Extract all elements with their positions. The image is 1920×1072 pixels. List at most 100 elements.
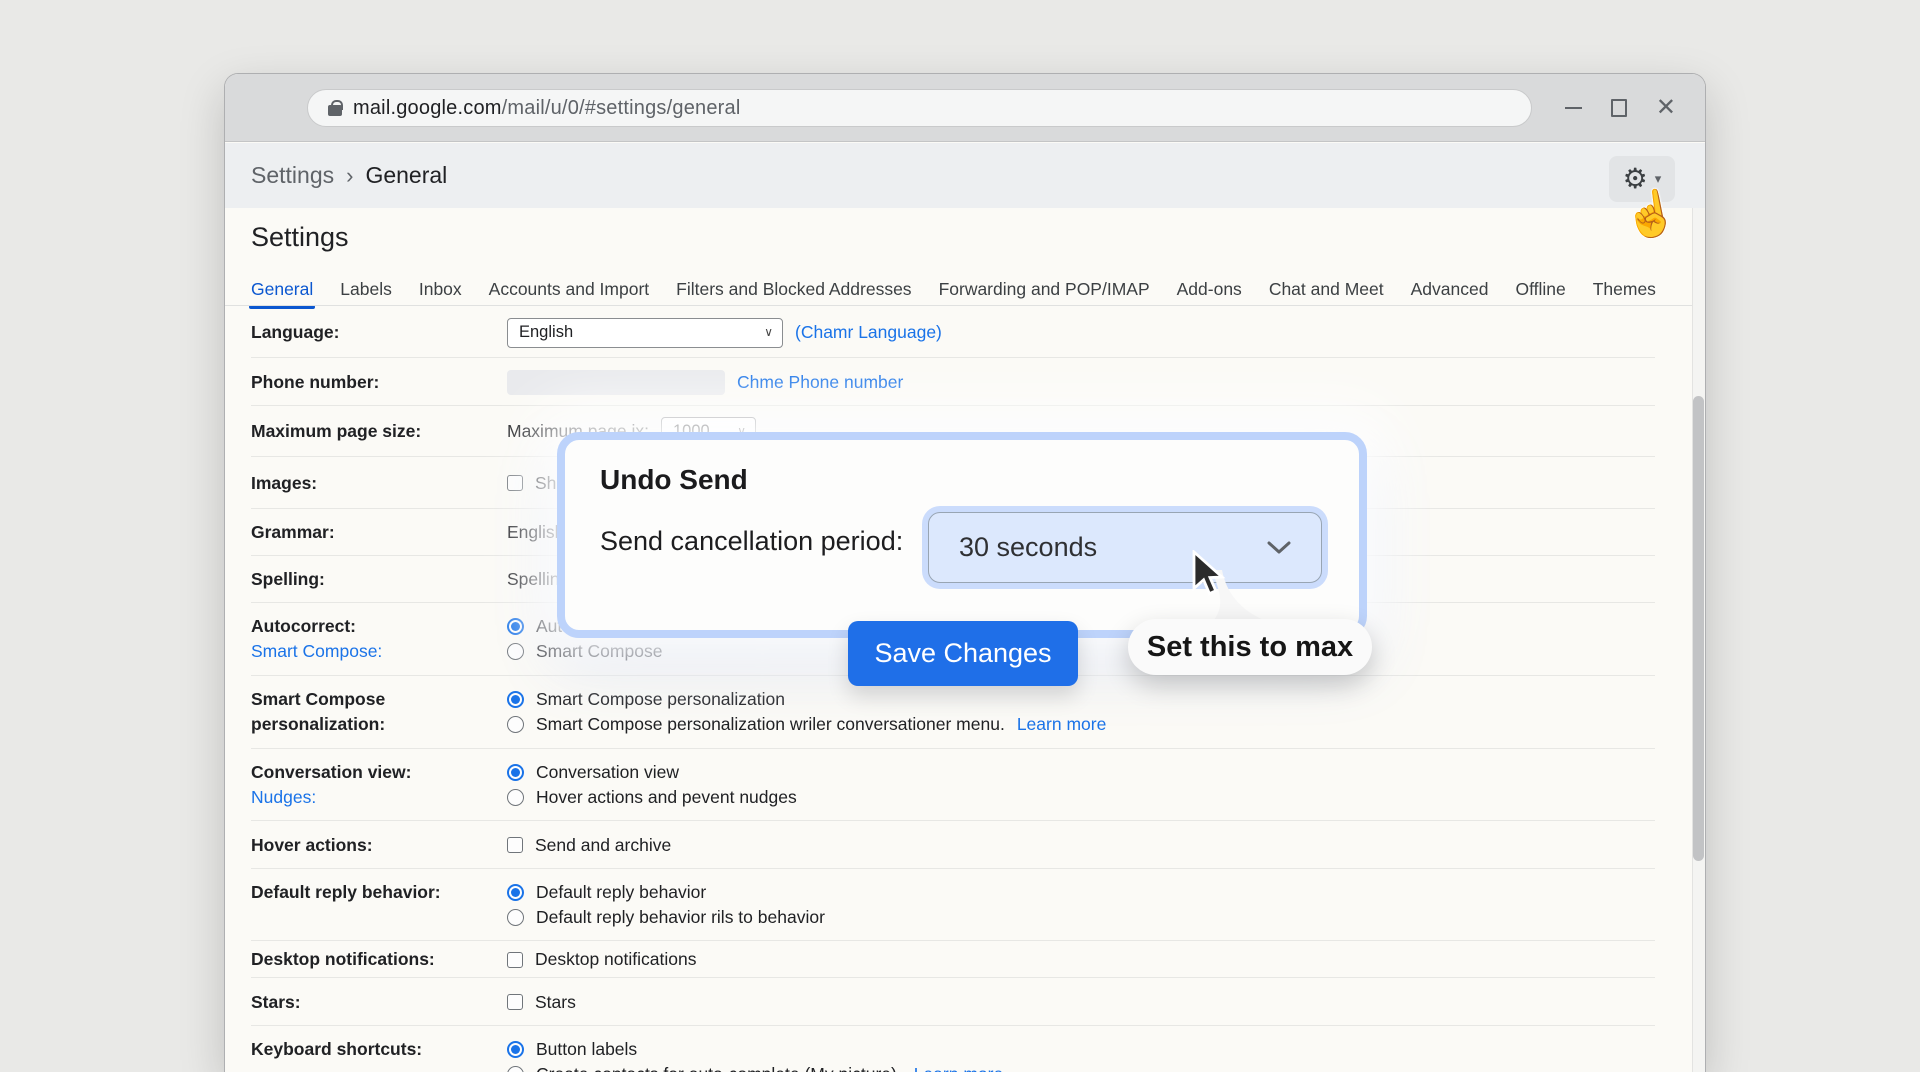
save-changes-button[interactable]: Save Changes bbox=[848, 621, 1078, 686]
hand-pointer-icon: ☝ bbox=[1619, 184, 1682, 245]
mouse-cursor-icon bbox=[1191, 550, 1229, 598]
text-value: Smart Compose personalization wriler con… bbox=[536, 712, 1005, 737]
row-label: Keyboard shortcuts: bbox=[225, 1026, 507, 1072]
chevron-right-icon: › bbox=[346, 163, 353, 189]
row-value: Smart Compose personalizationSmart Compo… bbox=[507, 676, 1705, 749]
row-value: Conversation viewHover actions and peven… bbox=[507, 749, 1705, 821]
row-label-text: Conversation view: bbox=[251, 760, 507, 785]
checkbox[interactable] bbox=[507, 994, 523, 1010]
checkbox[interactable] bbox=[507, 837, 523, 853]
row-label-text: Phone number: bbox=[251, 370, 507, 395]
radio-button[interactable] bbox=[507, 691, 524, 708]
close-icon[interactable]: ✕ bbox=[1656, 96, 1676, 120]
breadcrumb-general: General bbox=[365, 162, 447, 189]
link[interactable]: Chme Phone number bbox=[737, 370, 903, 395]
settings-header: Settings › General ⚙ ▾ bbox=[225, 143, 1705, 208]
row-value: Desktop notifications bbox=[507, 947, 1705, 972]
row-value-line: Smart Compose personalization wriler con… bbox=[507, 712, 1705, 737]
radio-button[interactable] bbox=[507, 789, 524, 806]
tab-advanced[interactable]: Advanced bbox=[1411, 279, 1489, 300]
tab-themes[interactable]: Themes bbox=[1593, 279, 1656, 300]
text-value: Stars bbox=[535, 990, 576, 1015]
row-label: Smart Composepersonalization: bbox=[225, 676, 507, 749]
radio-button[interactable] bbox=[507, 643, 524, 660]
row-label-text: Keyboard shortcuts: bbox=[251, 1037, 507, 1062]
settings-row: Keyboard shortcuts:Button labelsCreate c… bbox=[225, 1026, 1705, 1072]
row-label-text: Stars: bbox=[251, 990, 507, 1015]
text-value: Default reply behavior rils to behavior bbox=[536, 905, 825, 930]
tab-labels[interactable]: Labels bbox=[340, 279, 392, 300]
row-value-line: Chme Phone number bbox=[507, 370, 1705, 395]
radio-button[interactable] bbox=[507, 1066, 524, 1072]
cancellation-period-label: Send cancellation period: bbox=[600, 526, 903, 557]
tab-chat-and-meet[interactable]: Chat and Meet bbox=[1269, 279, 1384, 300]
radio-button[interactable] bbox=[507, 884, 524, 901]
settings-row: Language:English∨ (Chamr Language) bbox=[225, 307, 1705, 358]
tab-accounts-and-import[interactable]: Accounts and Import bbox=[489, 279, 650, 300]
row-label-text: Hover actions: bbox=[251, 833, 507, 858]
row-label-text: Default reply behavior: bbox=[251, 880, 507, 905]
row-value-line: Default reply behavior rils to behavior bbox=[507, 905, 1705, 930]
row-label: Hover actions: bbox=[225, 833, 507, 858]
row-label-text: Desktop notifications: bbox=[251, 947, 507, 972]
row-label: Language: bbox=[225, 320, 507, 345]
dropdown-value: 30 seconds bbox=[959, 532, 1097, 563]
row-label-text: Maximum page size: bbox=[251, 419, 507, 444]
row-label-link[interactable]: Smart Compose: bbox=[251, 639, 507, 664]
tab-filters-and-blocked-addresses[interactable]: Filters and Blocked Addresses bbox=[676, 279, 911, 300]
minimize-icon[interactable] bbox=[1565, 107, 1582, 109]
maximize-icon[interactable] bbox=[1611, 99, 1627, 117]
settings-row: Desktop notifications:Desktop notificati… bbox=[225, 941, 1705, 978]
settings-row: Conversation view:Nudges:Conversation vi… bbox=[225, 749, 1705, 821]
row-label: Spelling: bbox=[225, 567, 507, 592]
breadcrumb-settings[interactable]: Settings bbox=[251, 162, 334, 189]
link[interactable]: Learn more bbox=[1017, 712, 1107, 737]
row-label-text: Images: bbox=[251, 471, 507, 496]
tooltip-set-this-to-max: Set this to max bbox=[1128, 619, 1372, 675]
row-value-line: Stars bbox=[507, 990, 1705, 1015]
radio-button[interactable] bbox=[507, 764, 524, 781]
address-bar[interactable]: mail.google.com/mail/u/0/#settings/gener… bbox=[307, 89, 1532, 127]
row-value: English∨ (Chamr Language) bbox=[507, 320, 1705, 345]
radio-button[interactable] bbox=[507, 618, 524, 635]
row-value: Send and archive bbox=[507, 833, 1705, 858]
tab-general[interactable]: General bbox=[251, 279, 313, 300]
popup-title: Undo Send bbox=[600, 464, 748, 496]
select-dropdown[interactable]: English∨ bbox=[507, 318, 783, 348]
row-value-line: Conversation view bbox=[507, 760, 1705, 785]
row-value: Stars bbox=[507, 990, 1705, 1015]
row-label: Images: bbox=[225, 471, 507, 496]
checkbox[interactable] bbox=[507, 475, 523, 491]
checkbox[interactable] bbox=[507, 952, 523, 968]
lock-icon bbox=[328, 105, 342, 116]
text-value: Smart Compose bbox=[536, 639, 662, 664]
link[interactable]: (Chamr Language) bbox=[795, 320, 942, 345]
radio-button[interactable] bbox=[507, 909, 524, 926]
settings-row: Default reply behavior: Default reply beh… bbox=[225, 869, 1705, 941]
tab-forwarding-and-pop-imap[interactable]: Forwarding and POP/IMAP bbox=[939, 279, 1150, 300]
scrollbar-thumb[interactable] bbox=[1693, 396, 1704, 861]
chevron-down-icon: ▾ bbox=[1655, 171, 1662, 187]
row-value-line: Smart Compose personalization bbox=[507, 687, 1705, 712]
phone-number-field[interactable] bbox=[507, 370, 725, 395]
text-value: Englisl bbox=[507, 520, 559, 545]
radio-button[interactable] bbox=[507, 716, 524, 733]
row-value-line: Hover actions and pevent nudges bbox=[507, 785, 1705, 810]
tab-inbox[interactable]: Inbox bbox=[419, 279, 462, 300]
text-value: Spellin bbox=[507, 567, 560, 592]
tabs-divider bbox=[225, 305, 1705, 306]
text-value: Send and archive bbox=[535, 833, 671, 858]
row-value-line: Smart Compose bbox=[507, 639, 1705, 664]
scrollbar-track[interactable] bbox=[1692, 208, 1705, 1072]
row-label: Autocorrect:Smart Compose: bbox=[225, 603, 507, 676]
row-label-text: Language: bbox=[251, 320, 507, 345]
row-label-text: personalization: bbox=[251, 712, 507, 737]
chevron-down-icon: ∨ bbox=[764, 320, 773, 345]
row-label-link[interactable]: Nudges: bbox=[251, 785, 507, 810]
row-label: Conversation view:Nudges: bbox=[225, 749, 507, 821]
tab-offline[interactable]: Offline bbox=[1515, 279, 1565, 300]
radio-button[interactable] bbox=[507, 1041, 524, 1058]
link[interactable]: Learn more bbox=[914, 1062, 1004, 1072]
tab-add-ons[interactable]: Add-ons bbox=[1177, 279, 1242, 300]
window-controls: ✕ bbox=[1565, 74, 1676, 142]
